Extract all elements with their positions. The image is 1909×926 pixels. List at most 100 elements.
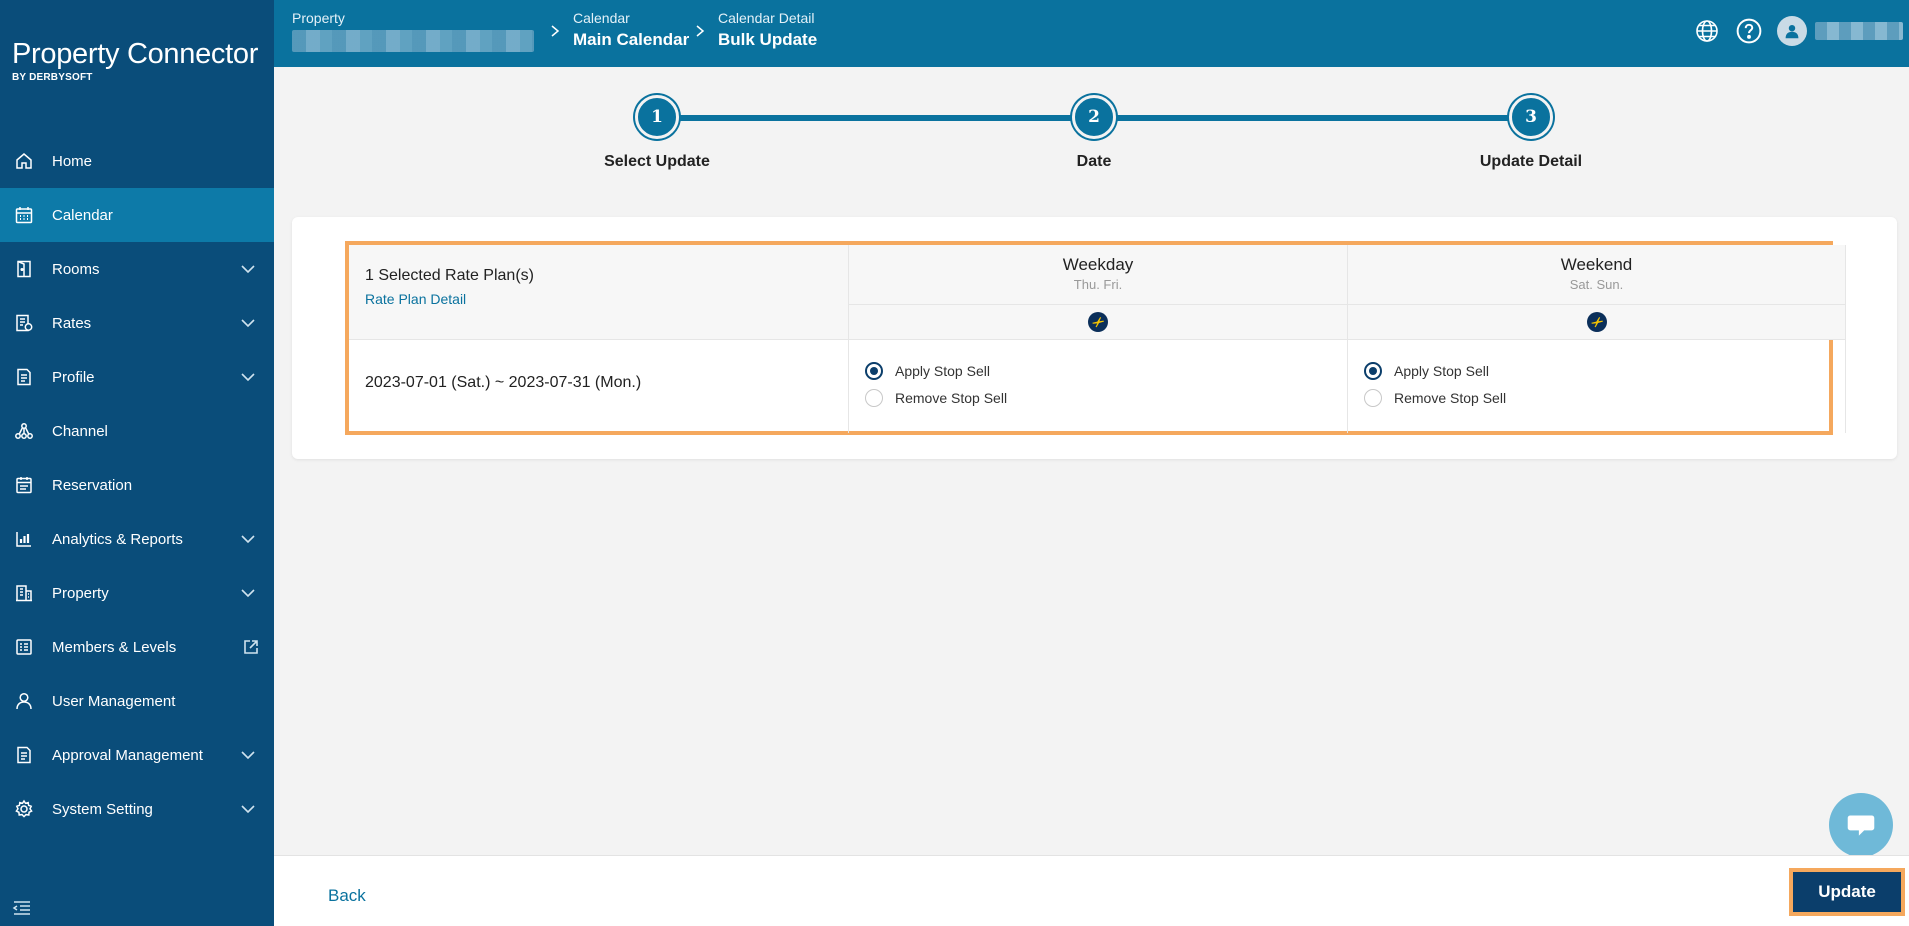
sidebar-item-label: Members & Levels — [52, 638, 177, 656]
sidebar-nav: Home Calendar Rooms Rates Profile Channe… — [0, 134, 274, 836]
update-detail-card: 1 Selected Rate Plan(s) Rate Plan Detail… — [292, 217, 1897, 459]
weekend-options: Apply Stop Sell Remove Stop Sell — [1348, 339, 1846, 433]
breadcrumb-label: Calendar Detail — [718, 10, 815, 26]
breadcrumb-label: Property — [292, 10, 345, 26]
sidebar-item-property[interactable]: Property — [0, 566, 274, 620]
step-update-detail: 3 Update Detail — [1431, 95, 1631, 171]
sidebar-item-label: Home — [52, 152, 93, 170]
sidebar-item-analytics[interactable]: Analytics & Reports — [0, 512, 274, 566]
column-subtitle: Sat. Sun. — [1569, 277, 1624, 292]
chevron-down-icon — [241, 589, 255, 598]
weekday-header: Weekday Thu. Fri. — [849, 245, 1348, 339]
sidebar-item-label: System Setting — [52, 800, 153, 818]
step-date: 2 Date — [994, 95, 1194, 171]
sidebar-item-profile[interactable]: Profile — [0, 350, 274, 404]
sidebar-item-channel[interactable]: Channel — [0, 404, 274, 458]
update-button[interactable]: Update — [1793, 872, 1901, 912]
avatar[interactable] — [1777, 16, 1807, 46]
step-label: Update Detail — [1479, 153, 1583, 170]
calendar-icon — [14, 205, 34, 225]
sidebar-item-calendar[interactable]: Calendar — [0, 188, 274, 242]
footer-bar: Back Update — [274, 855, 1909, 926]
progress-stepper: 1 Select Update 2 Date 3 Update Detail — [274, 95, 1909, 175]
update-table-highlight: 1 Selected Rate Plan(s) Rate Plan Detail… — [345, 241, 1846, 435]
breadcrumb-calendar-detail: Calendar Detail Bulk Update — [718, 10, 817, 50]
expedia-icon — [1586, 312, 1607, 332]
rates-icon — [14, 313, 34, 333]
weekday-title-block: Weekday Thu. Fri. — [849, 245, 1347, 305]
chart-icon — [14, 529, 34, 549]
radio-checked[interactable] — [865, 362, 883, 380]
sidebar-item-system-setting[interactable]: System Setting — [0, 782, 274, 836]
network-icon — [14, 421, 34, 441]
weekend-title-block: Weekend Sat. Sun. — [1348, 245, 1845, 305]
help-icon[interactable] — [1735, 17, 1763, 45]
chevron-down-icon — [241, 319, 255, 328]
sidebar-item-rates[interactable]: Rates — [0, 296, 274, 350]
rate-plan-detail-link[interactable]: Rate Plan Detail — [365, 291, 466, 307]
chat-icon — [1847, 815, 1875, 836]
weekday-apply-stop-sell[interactable]: Apply Stop Sell — [865, 362, 990, 380]
chevron-right-icon — [551, 25, 560, 37]
brand-name: Property Connector — [12, 38, 259, 70]
gear-icon — [14, 799, 34, 819]
redacted-property-name — [292, 30, 534, 52]
globe-icon[interactable] — [1693, 17, 1721, 45]
building-icon — [14, 583, 34, 603]
document-icon — [14, 367, 34, 387]
step-number: 2 — [1072, 95, 1116, 139]
brand-logo[interactable]: Property Connector BY DERBYSOFT — [12, 38, 258, 83]
sidebar-item-reservation[interactable]: Reservation — [0, 458, 274, 512]
weekend-remove-stop-sell[interactable]: Remove Stop Sell — [1364, 389, 1506, 407]
sidebar-item-label: Analytics & Reports — [52, 530, 183, 548]
sidebar-item-user-management[interactable]: User Management — [0, 674, 274, 728]
approval-icon — [14, 745, 34, 765]
top-bar-actions — [1693, 14, 1909, 48]
sidebar-item-label: Rates — [52, 314, 92, 332]
sidebar-item-rooms[interactable]: Rooms — [0, 242, 274, 296]
channel-icon-row — [1348, 305, 1845, 339]
expedia-icon — [1088, 312, 1108, 332]
user-icon — [14, 691, 34, 711]
breadcrumb-value: Bulk Update — [718, 30, 818, 49]
list-icon — [14, 637, 34, 657]
sidebar-item-label: Channel — [52, 422, 108, 440]
rate-plan-title: 1 Selected Rate Plan(s) — [365, 267, 534, 284]
breadcrumb-label: Calendar — [573, 10, 630, 26]
chat-button[interactable] — [1829, 793, 1893, 857]
sidebar-item-approval-management[interactable]: Approval Management — [0, 728, 274, 782]
step-number: 1 — [635, 95, 679, 139]
breadcrumb-calendar[interactable]: Calendar Main Calendar — [573, 10, 689, 50]
step-number: 3 — [1509, 95, 1553, 139]
update-table: 1 Selected Rate Plan(s) Rate Plan Detail… — [349, 245, 1846, 433]
chevron-down-icon — [241, 805, 255, 814]
collapse-sidebar-icon[interactable] — [12, 898, 32, 918]
sidebar-item-label: Reservation — [52, 476, 133, 494]
reservation-icon — [14, 475, 34, 495]
weekend-header: Weekend Sat. Sun. — [1348, 245, 1846, 339]
chevron-down-icon — [241, 373, 255, 382]
back-button[interactable]: Back — [328, 886, 366, 906]
chevron-down-icon — [241, 265, 255, 274]
channel-icon-row — [849, 305, 1347, 339]
column-subtitle: Thu. Fri. — [1073, 277, 1123, 292]
weekday-remove-stop-sell[interactable]: Remove Stop Sell — [865, 389, 1007, 407]
radio-unchecked[interactable] — [1364, 389, 1382, 407]
breadcrumb-property[interactable]: Property — [292, 10, 534, 57]
radio-checked[interactable] — [1364, 362, 1382, 380]
sidebar-item-label: User Management — [52, 692, 176, 710]
brand-sub: BY DERBYSOFT — [12, 72, 93, 83]
sidebar-item-label: Profile — [52, 368, 95, 386]
radio-unchecked[interactable] — [865, 389, 883, 407]
external-link-icon[interactable] — [242, 638, 260, 656]
weekend-apply-stop-sell[interactable]: Apply Stop Sell — [1364, 362, 1489, 380]
radio-label: Remove Stop Sell — [1394, 390, 1507, 406]
sidebar-item-members-levels[interactable]: Members & Levels — [0, 620, 274, 674]
home-icon — [14, 151, 34, 171]
step-label: Date — [1076, 153, 1112, 170]
chevron-down-icon — [241, 751, 255, 760]
sidebar-item-home[interactable]: Home — [0, 134, 274, 188]
column-title: Weekend — [1560, 255, 1633, 274]
redacted-username[interactable] — [1815, 22, 1903, 40]
step-label: Select Update — [604, 153, 710, 170]
